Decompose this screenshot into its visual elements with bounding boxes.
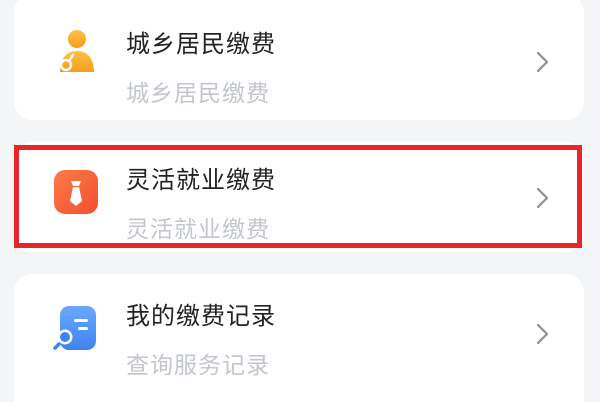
menu-item-title: 我的缴费记录 xyxy=(126,302,276,330)
menu-item-title: 城乡居民缴费 xyxy=(126,30,276,58)
menu-item-subtitle: 灵活就业缴费 xyxy=(126,217,270,243)
chevron-right-icon xyxy=(536,51,549,73)
menu-item-subtitle: 城乡居民缴费 xyxy=(126,81,270,107)
chevron-right-icon xyxy=(536,187,549,209)
chevron-right-icon xyxy=(536,323,549,345)
record-search-icon xyxy=(53,306,96,350)
payment-menu-page: 城乡居民缴费 城乡居民缴费 灵活就业缴费 灵活就业缴费 我的缴费记录 查询服务记… xyxy=(0,0,600,402)
resident-person-icon xyxy=(59,30,94,72)
menu-item-subtitle: 查询服务记录 xyxy=(126,353,270,379)
menu-item-title: 灵活就业缴费 xyxy=(126,166,276,194)
necktie-icon xyxy=(54,170,98,214)
